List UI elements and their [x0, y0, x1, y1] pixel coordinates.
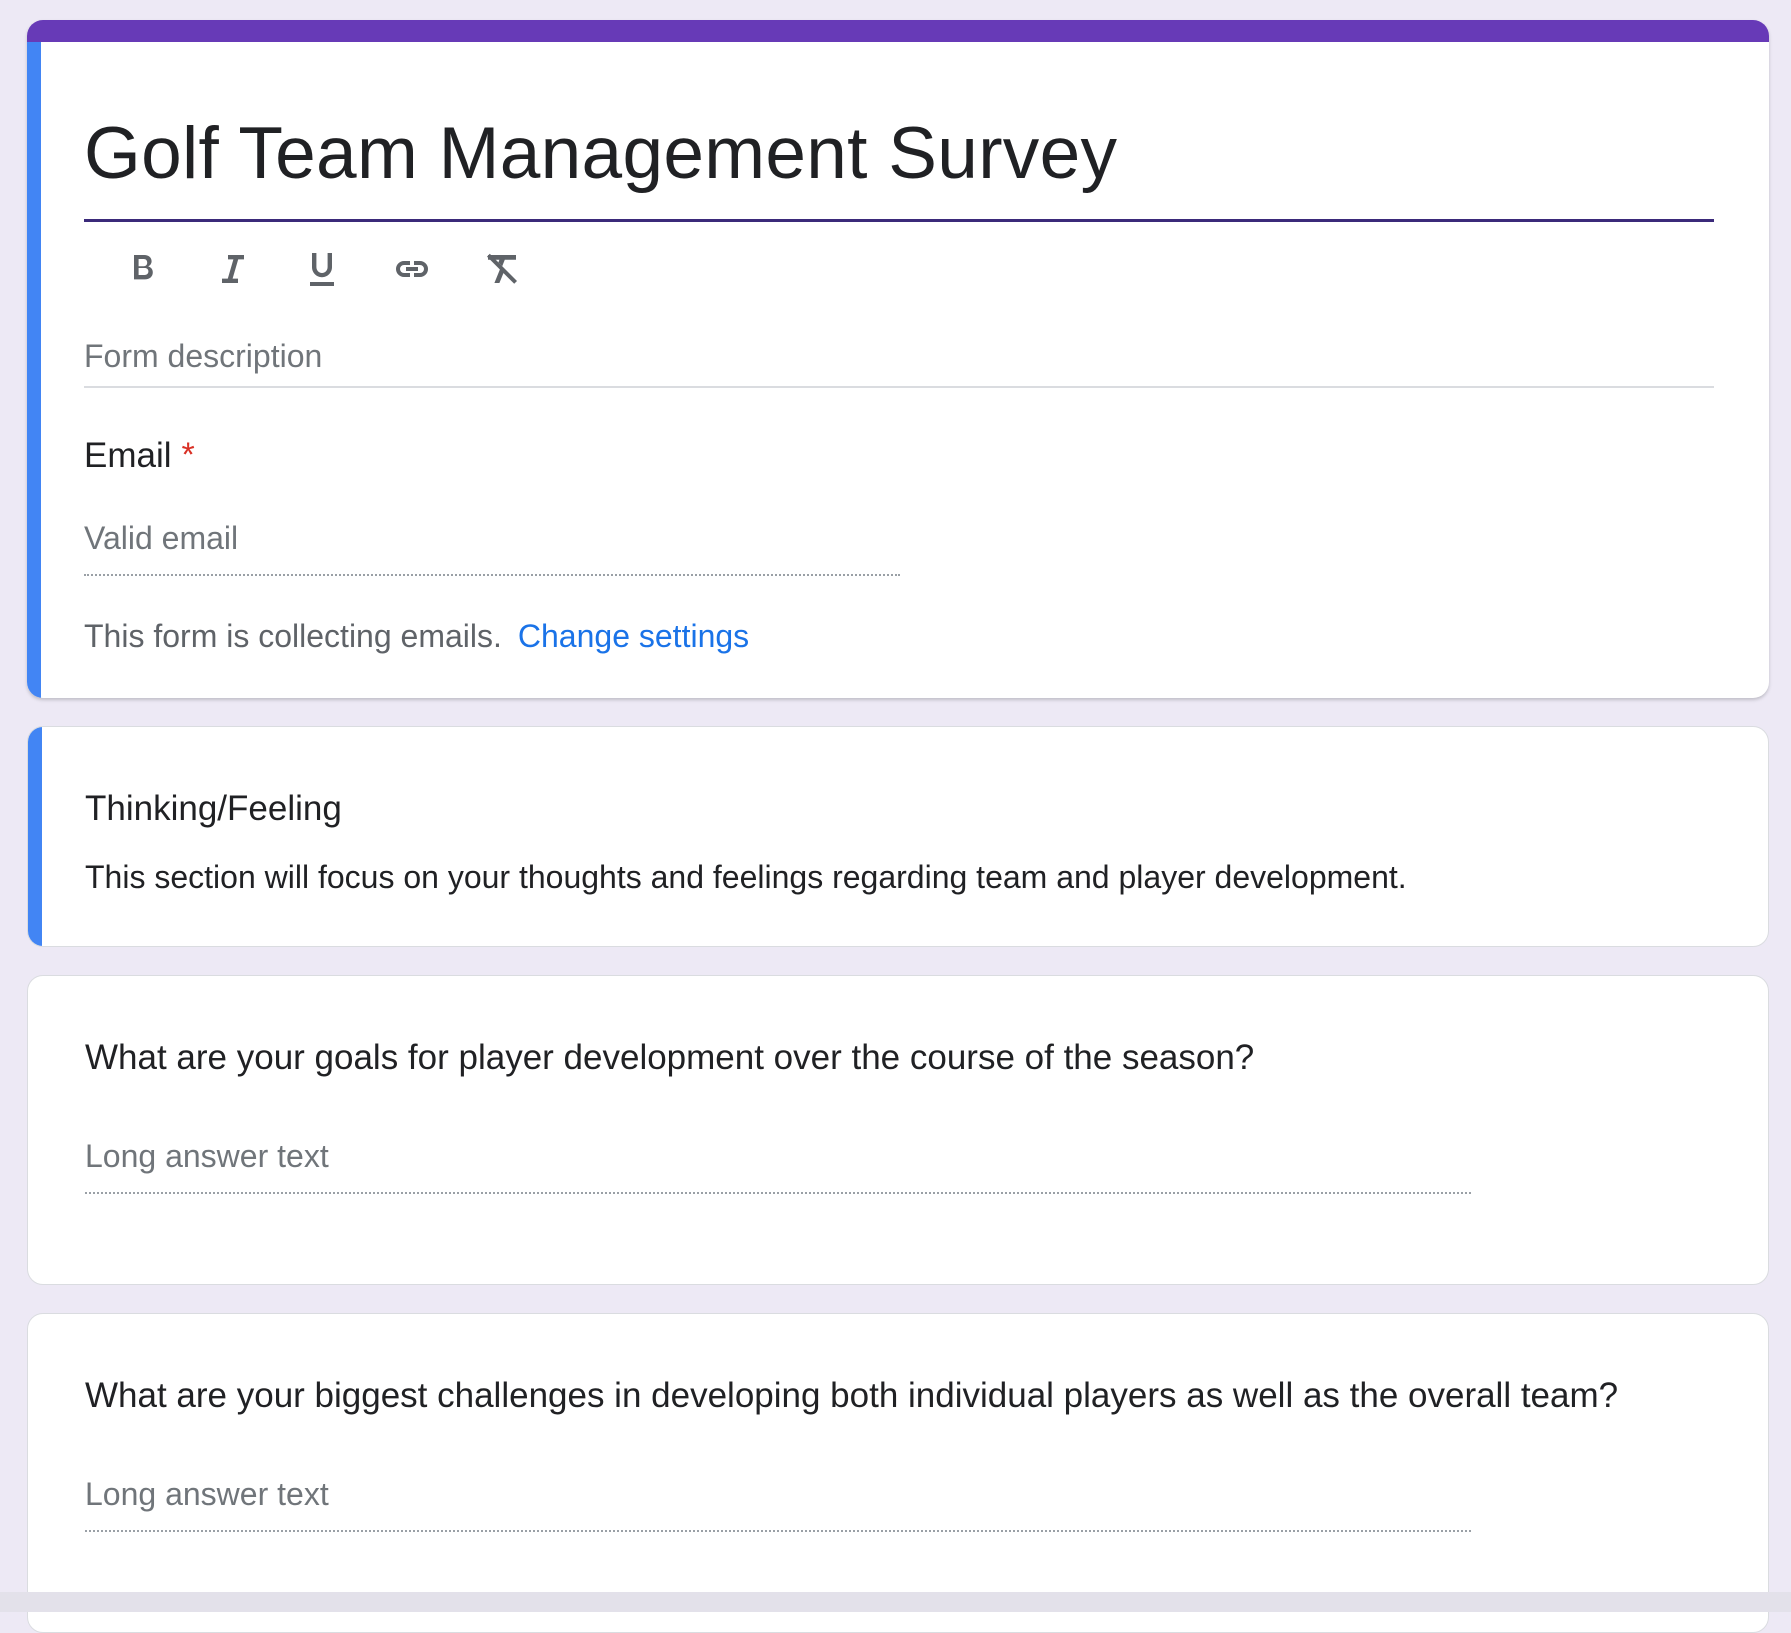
- bold-button[interactable]: [115, 242, 169, 296]
- form-description-placeholder: Form description: [84, 338, 323, 374]
- active-card-indicator: [27, 42, 41, 698]
- long-answer-field[interactable]: Long answer text: [85, 1138, 1471, 1194]
- email-label: Email *: [84, 436, 195, 476]
- section-card[interactable]: Thinking/Feeling This section will focus…: [27, 726, 1769, 947]
- form-description-input[interactable]: Form description: [84, 338, 1714, 388]
- scroll-edge: [0, 1592, 1791, 1612]
- section-indicator: [28, 727, 42, 946]
- question-card[interactable]: What are your goals for player developme…: [27, 975, 1769, 1285]
- email-placeholder: Valid email: [84, 520, 239, 556]
- italic-icon: [222, 255, 244, 283]
- form-title-input[interactable]: Golf Team Management Survey: [84, 92, 1714, 222]
- section-description: This section will focus on your thoughts…: [85, 859, 1407, 895]
- long-answer-placeholder: Long answer text: [85, 1476, 329, 1512]
- link-button[interactable]: [385, 242, 439, 296]
- email-collection-note: This form is collecting emails. Change se…: [84, 618, 749, 655]
- clear-format-button[interactable]: [475, 242, 529, 296]
- link-icon: [396, 261, 428, 277]
- underline-button[interactable]: [295, 242, 349, 296]
- question-title: What are your biggest challenges in deve…: [85, 1376, 1619, 1415]
- section-title: Thinking/Feeling: [85, 789, 342, 828]
- question-card[interactable]: What are your biggest challenges in deve…: [27, 1313, 1769, 1633]
- form-title: Golf Team Management Survey: [84, 113, 1118, 194]
- italic-button[interactable]: [205, 242, 259, 296]
- email-label-text: Email: [84, 436, 172, 475]
- clear-format-icon: [487, 253, 517, 284]
- underline-icon: [310, 253, 334, 286]
- bold-icon: [134, 255, 153, 280]
- required-asterisk: *: [181, 436, 195, 474]
- theme-color-bar: [27, 20, 1769, 42]
- question-title: What are your goals for player developme…: [85, 1038, 1255, 1077]
- text-format-toolbar: [115, 242, 529, 296]
- email-collection-note-text: This form is collecting emails.: [84, 618, 502, 654]
- change-settings-link[interactable]: Change settings: [518, 618, 749, 654]
- form-header-card[interactable]: Golf Team Management Survey Form descrip…: [27, 20, 1769, 698]
- long-answer-placeholder: Long answer text: [85, 1138, 329, 1174]
- email-field[interactable]: Valid email: [84, 520, 900, 576]
- long-answer-field[interactable]: Long answer text: [85, 1476, 1471, 1532]
